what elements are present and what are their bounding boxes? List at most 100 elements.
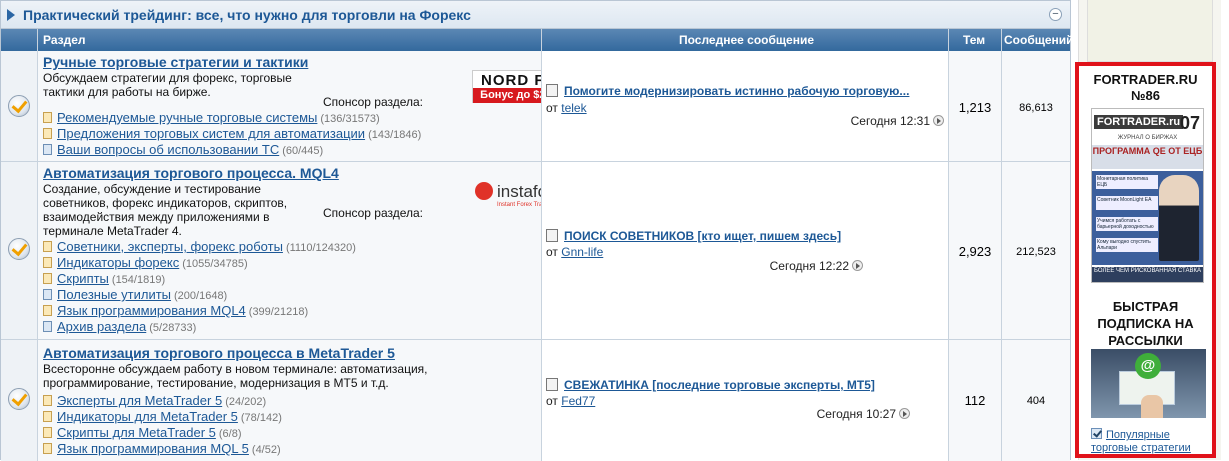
- popular-strategies-checkbox[interactable]: [1091, 428, 1102, 439]
- subforum-item: Советники, эксперты, форекс роботы (1110/…: [43, 239, 356, 255]
- posts-count: 404: [1026, 395, 1046, 407]
- forum-category-table: Практический трейдинг: все, что нужно дл…: [0, 0, 1074, 461]
- at-sign-icon: @: [1135, 353, 1161, 379]
- go-to-post-icon[interactable]: [933, 115, 944, 126]
- forum-read-icon: [8, 95, 30, 117]
- forum-row: Автоматизация торгового процесса в MetaT…: [1, 340, 1070, 461]
- column-header-row: Раздел Последнее сообщение Тем Сообщений: [1, 29, 1074, 51]
- subforum-item: Индикаторы для MetaTrader 5 (78/142): [43, 409, 282, 425]
- subforum-counts: (78/142): [240, 412, 282, 424]
- forum-status-cell: [1, 51, 37, 161]
- subforum-counts: (4/52): [251, 444, 281, 456]
- subforum-link[interactable]: Язык программирования MQL4: [57, 303, 246, 318]
- cover-logo: FORTRADER.ru: [1094, 115, 1184, 129]
- subforum-item: Полезные утилиты (200/1648): [43, 287, 356, 303]
- last-post-timestamp: Сегодня 12:31: [850, 114, 930, 128]
- cover-item: Советник MoonLight EA: [1096, 196, 1158, 210]
- topics-count-cell: 1,213: [949, 51, 1001, 161]
- subforum-item: Индикаторы форекс (1055/34785): [43, 255, 356, 271]
- posts-count: 86,613: [1019, 102, 1053, 114]
- topics-count-cell: 112: [949, 340, 1001, 461]
- posts-count: 212,523: [1016, 246, 1056, 258]
- forum-title[interactable]: Ручные торговые стратегии и тактики: [43, 54, 308, 70]
- collapse-icon[interactable]: −: [1049, 8, 1062, 21]
- magazine-cover-image[interactable]: FORTRADER.ru 07 ЖУРНАЛ О БИРЖАХ ПРОГРАММ…: [1091, 108, 1204, 283]
- subforum-item: Ваши вопросы об использовании ТС (60/445): [43, 142, 421, 158]
- subforum-item: Скрипты для MetaTrader 5 (6/8): [43, 425, 282, 441]
- by-label: от: [546, 394, 558, 408]
- by-label: от: [546, 101, 558, 115]
- go-to-post-icon[interactable]: [899, 408, 910, 419]
- popular-strategies-option: Популярные торговые стратегии: [1091, 428, 1211, 455]
- instaforex-logo-icon: [475, 182, 493, 200]
- cover-header: FORTRADER.ru 07 ЖУРНАЛ О БИРЖАХ: [1092, 109, 1203, 141]
- column-divider: [37, 29, 38, 461]
- topics-count: 112: [964, 393, 986, 408]
- last-post-time: Сегодня 12:31: [851, 114, 944, 128]
- subforum-item: Язык программирования MQL 5 (4/52): [43, 441, 282, 457]
- forum-status-cell: [1, 340, 37, 461]
- forum-description: Всесторонне обсуждаем работу в новом тер…: [43, 362, 428, 390]
- subforum-link[interactable]: Индикаторы для MetaTrader 5: [57, 409, 238, 424]
- forum-description: Обсуждаем стратегии для форекс, торговые…: [43, 71, 292, 99]
- magazine-promo-box: FORTRADER.RU №86 FORTRADER.ru 07 ЖУРНАЛ …: [1075, 62, 1216, 458]
- subforum-item: Архив раздела (5/28733): [43, 319, 356, 335]
- last-post-author[interactable]: Gnn-life: [561, 245, 603, 259]
- last-post-link[interactable]: ПОИСК СОВЕТНИКОВ [кто ищет, пишем здесь]: [546, 229, 841, 243]
- forum-read-icon: [8, 238, 30, 260]
- subforum-item: Рекомендуемые ручные торговые системы (13…: [43, 110, 421, 126]
- cover-subtitle: ЖУРНАЛ О БИРЖАХ: [1117, 135, 1178, 141]
- subforum-link[interactable]: Архив раздела: [57, 319, 146, 334]
- last-post-title[interactable]: СВЕЖАТИНКА [последние торговые эксперты,…: [564, 378, 875, 392]
- forum-row: Автоматизация торгового процесса. MQL4 С…: [1, 162, 1070, 340]
- subforum-link[interactable]: Язык программирования MQL 5: [57, 441, 249, 456]
- go-to-post-icon[interactable]: [852, 260, 863, 271]
- last-post-cell: Помогите модернизировать истинно рабочую…: [542, 51, 948, 161]
- subforum-counts: (24/202): [225, 396, 267, 408]
- subforum-counts: (154/1819): [111, 274, 166, 286]
- last-post-cell: ПОИСК СОВЕТНИКОВ [кто ищет, пишем здесь]…: [542, 162, 948, 339]
- posts-count-cell: 404: [1002, 340, 1070, 461]
- forum-info-cell: Автоматизация торгового процесса в MetaT…: [38, 340, 541, 461]
- subforum-link[interactable]: Предложения торговых систем для автомати…: [57, 126, 365, 141]
- category-title[interactable]: Практический трейдинг: все, что нужно дл…: [23, 7, 471, 23]
- subforum-counts: (136/31573): [320, 113, 380, 125]
- last-post-title[interactable]: ПОИСК СОВЕТНИКОВ [кто ищет, пишем здесь]: [564, 229, 841, 243]
- subforum-link[interactable]: Индикаторы форекс: [57, 255, 179, 270]
- subforum-counts: (6/8): [218, 428, 242, 440]
- subforum-link[interactable]: Полезные утилиты: [57, 287, 171, 302]
- forum-row: Ручные торговые стратегии и тактики Обсу…: [1, 51, 1070, 162]
- subforum-link[interactable]: Эксперты для MetaTrader 5: [57, 393, 222, 408]
- last-post-author[interactable]: Fed77: [561, 394, 595, 408]
- document-icon: [43, 321, 52, 332]
- topics-count: 2,923: [958, 244, 992, 259]
- last-post-link[interactable]: СВЕЖАТИНКА [последние торговые эксперты,…: [546, 378, 875, 392]
- forum-title[interactable]: Автоматизация торгового процесса в MetaT…: [43, 345, 395, 361]
- subscribe-email-image[interactable]: @: [1091, 349, 1206, 418]
- last-post-link[interactable]: Помогите модернизировать истинно рабочую…: [546, 84, 909, 98]
- last-post-author[interactable]: telek: [561, 101, 586, 115]
- last-post-title[interactable]: Помогите модернизировать истинно рабочую…: [564, 84, 909, 98]
- subforum-item: Язык программирования MQL4 (399/21218): [43, 303, 356, 319]
- subforum-link[interactable]: Ваши вопросы об использовании ТС: [57, 142, 279, 157]
- subforum-link[interactable]: Рекомендуемые ручные торговые системы: [57, 110, 317, 125]
- subforum-link[interactable]: Скрипты: [57, 271, 109, 286]
- forum-info-cell: Ручные торговые стратегии и тактики Обсу…: [38, 51, 572, 161]
- folder-icon: [43, 305, 52, 316]
- cover-item: Учимся работать с барьерной доходностью: [1096, 217, 1158, 231]
- topics-count: 1,213: [958, 100, 992, 115]
- category-expand-icon[interactable]: [7, 9, 15, 21]
- subforum-link[interactable]: Скрипты для MetaTrader 5: [57, 425, 216, 440]
- subforum-list: Советники, эксперты, форекс роботы (1110/…: [43, 239, 356, 335]
- posts-count-cell: 86,613: [1002, 51, 1070, 161]
- popular-strategies-link[interactable]: Популярные торговые стратегии: [1091, 429, 1191, 454]
- thread-icon: [546, 84, 558, 97]
- folder-icon: [43, 241, 52, 252]
- subforum-link[interactable]: Советники, эксперты, форекс роботы: [57, 239, 283, 254]
- subforum-counts: (5/28733): [149, 322, 197, 334]
- subforum-counts: (399/21218): [248, 306, 309, 318]
- subforum-list: Рекомендуемые ручные торговые системы (13…: [43, 110, 421, 158]
- column-divider: [541, 29, 542, 461]
- forum-title[interactable]: Автоматизация торгового процесса. MQL4: [43, 165, 339, 181]
- thread-icon: [546, 229, 558, 242]
